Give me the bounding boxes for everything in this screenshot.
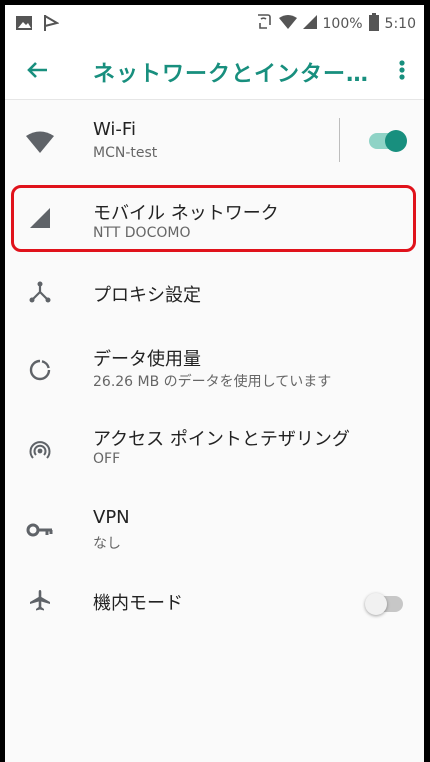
settings-screen: 100% 5:10 ネットワークとインター… Wi-Fi MCN-test モバ… — [5, 5, 424, 762]
nfc-icon — [255, 13, 273, 35]
cell-signal-icon — [25, 203, 55, 233]
hotspot-subtitle: OFF — [93, 451, 121, 467]
data-usage-subtitle: 26.26 MB のデータを使用しています — [93, 374, 332, 390]
clock: 5:10 — [384, 16, 416, 32]
page-title: ネットワークとインター… — [93, 62, 370, 87]
mobile-network-subtitle: NTT DOCOMO — [93, 225, 191, 241]
list-item-proxy[interactable]: プロキシ設定 — [5, 267, 424, 317]
airplane-icon — [25, 585, 55, 615]
app-toolbar: ネットワークとインター… — [5, 41, 424, 100]
status-bar: 100% 5:10 — [5, 5, 424, 41]
signal-status-icon — [302, 15, 317, 33]
airplane-mode-title: 機内モード — [93, 593, 183, 614]
proxy-title: プロキシ設定 — [93, 285, 201, 306]
list-item-data-usage[interactable]: データ使用量 26.26 MB のデータを使用しています — [5, 333, 424, 401]
wifi-title: Wi-Fi — [93, 119, 136, 140]
hotspot-icon — [25, 435, 55, 465]
back-arrow-icon[interactable] — [23, 55, 53, 85]
vpn-key-icon — [25, 515, 55, 545]
toggle-knob — [365, 593, 387, 615]
image-notification-icon — [15, 15, 33, 35]
mobile-network-title: モバイル ネットワーク — [93, 203, 279, 224]
battery-percent: 100% — [322, 16, 363, 32]
toggle-knob — [385, 130, 407, 152]
airplane-mode-toggle[interactable] — [365, 593, 403, 615]
list-item-airplane-mode[interactable]: 機内モード — [5, 575, 424, 625]
list-item-vpn[interactable]: VPN なし — [5, 497, 424, 561]
wifi-icon — [25, 127, 55, 157]
data-usage-title: データ使用量 — [93, 349, 201, 370]
data-usage-icon — [25, 355, 55, 385]
battery-icon — [368, 13, 379, 35]
proxy-icon — [25, 277, 55, 307]
divider — [339, 118, 340, 162]
wifi-toggle[interactable] — [369, 130, 407, 152]
more-options-icon[interactable] — [390, 55, 414, 85]
list-item-hotspot[interactable]: アクセス ポイントとテザリング OFF — [5, 415, 424, 483]
hotspot-title: アクセス ポイントとテザリング — [93, 429, 350, 450]
wifi-status-icon — [278, 15, 297, 33]
vpn-subtitle: なし — [93, 536, 121, 552]
vpn-title: VPN — [93, 507, 130, 528]
list-item-wifi[interactable]: Wi-Fi MCN-test — [5, 105, 424, 175]
flag-notification-icon — [43, 14, 60, 36]
list-item-mobile-network[interactable]: モバイル ネットワーク NTT DOCOMO — [5, 187, 424, 251]
wifi-subtitle: MCN-test — [93, 145, 158, 161]
